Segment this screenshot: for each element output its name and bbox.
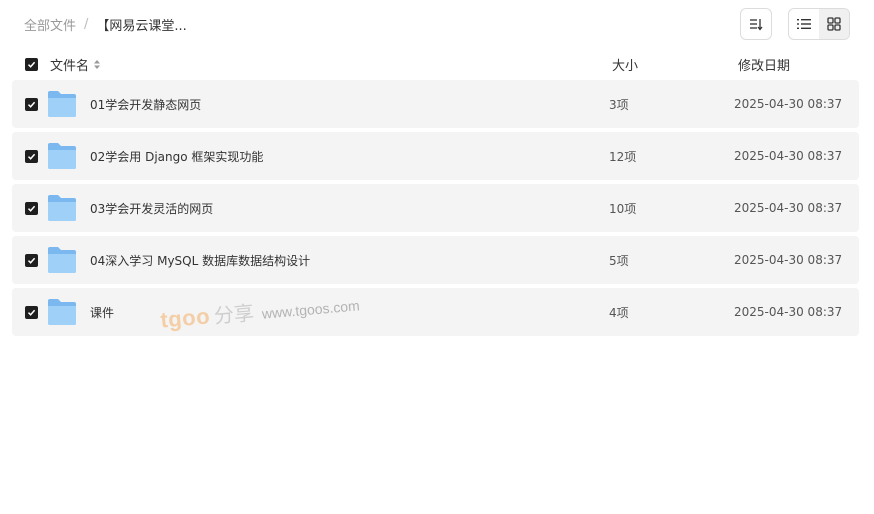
sort-icon: [750, 19, 763, 31]
list-item[interactable]: 02学会用 Django 框架实现功能 12项 2025-04-30 08:37: [12, 132, 859, 180]
list-item[interactable]: 课件 4项 2025-04-30 08:37: [12, 288, 859, 336]
folder-icon: [48, 299, 76, 325]
select-all-checkbox[interactable]: [24, 57, 38, 71]
file-name[interactable]: 04深入学习 MySQL 数据库数据结构设计: [90, 252, 310, 269]
checkmark-icon: [27, 309, 35, 316]
date-column-header[interactable]: 修改日期: [738, 55, 790, 74]
file-date: 2025-04-30 08:37: [734, 253, 843, 267]
name-header-label: 文件名: [50, 58, 90, 74]
file-size: 10项: [609, 201, 637, 216]
file-size: 4项: [609, 305, 629, 320]
file-date: 2025-04-30 08:37: [734, 201, 843, 215]
folder-icon: [48, 195, 76, 221]
file-size: 12项: [609, 149, 637, 164]
row-checkbox[interactable]: [24, 253, 38, 267]
file-date: 2025-04-30 08:37: [734, 97, 843, 111]
list-item[interactable]: 04深入学习 MySQL 数据库数据结构设计 5项 2025-04-30 08:…: [12, 236, 859, 284]
file-name[interactable]: 01学会开发静态网页: [90, 96, 201, 113]
file-size: 3项: [609, 97, 629, 112]
file-date: 2025-04-30 08:37: [734, 305, 843, 319]
list-item[interactable]: 01学会开发静态网页 3项 2025-04-30 08:37: [12, 80, 859, 128]
name-column-header[interactable]: 文件名: [50, 55, 101, 74]
breadcrumb-current: 【网易云课堂...: [96, 18, 187, 34]
checkmark-icon: [27, 205, 35, 212]
file-name[interactable]: 02学会用 Django 框架实现功能: [90, 148, 263, 165]
list-item[interactable]: 03学会开发灵活的网页 10项 2025-04-30 08:37: [12, 184, 859, 232]
checkmark-icon: [27, 153, 35, 160]
checkmark-icon: [27, 61, 35, 68]
sort-button[interactable]: [740, 8, 772, 40]
row-checkbox[interactable]: [24, 149, 38, 163]
folder-icon: [48, 247, 76, 273]
size-column-header[interactable]: 大小: [612, 55, 638, 74]
row-checkbox[interactable]: [24, 97, 38, 111]
breadcrumb-separator: /: [84, 16, 89, 32]
table-header: 文件名 大小 修改日期: [12, 52, 859, 76]
list-view-icon: [797, 19, 811, 29]
folder-icon: [48, 91, 76, 117]
file-name[interactable]: 课件: [90, 304, 114, 321]
row-checkbox[interactable]: [24, 305, 38, 319]
folder-icon: [48, 143, 76, 169]
file-name[interactable]: 03学会开发灵活的网页: [90, 200, 213, 217]
file-size: 5项: [609, 253, 629, 268]
grid-view-button[interactable]: [819, 9, 849, 39]
breadcrumb: 全部文件 / 【网易云课堂...: [24, 14, 187, 34]
row-checkbox[interactable]: [24, 201, 38, 215]
checkmark-icon: [27, 257, 35, 264]
toolbar: [740, 8, 850, 40]
sort-toggle-icon: [94, 59, 101, 69]
checkmark-icon: [27, 101, 35, 108]
file-list: 01学会开发静态网页 3项 2025-04-30 08:37 02学会用 Dja…: [12, 80, 859, 340]
list-view-button[interactable]: [789, 9, 819, 39]
breadcrumb-root-link[interactable]: 全部文件: [24, 15, 76, 34]
view-toggle: [788, 8, 850, 40]
grid-view-icon: [827, 17, 841, 31]
file-date: 2025-04-30 08:37: [734, 149, 843, 163]
